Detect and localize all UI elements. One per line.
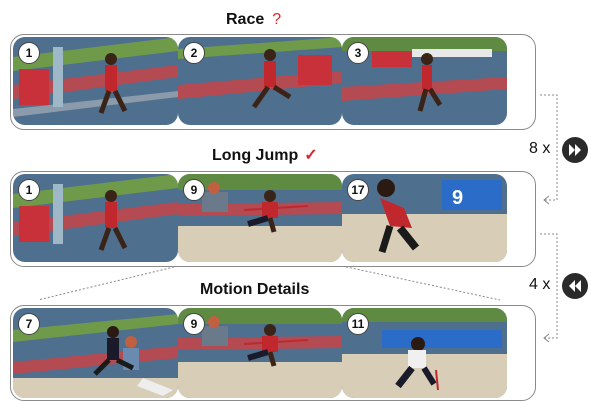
fast-forward-icon: [562, 137, 588, 163]
frame-number-badge: 1: [18, 42, 40, 64]
frame-number-badge: 11: [347, 313, 369, 335]
question-mark: ?: [272, 11, 282, 28]
long-jump-frame-1: 1: [13, 174, 178, 262]
frame-number-badge: 3: [347, 42, 369, 64]
rewind-icon: [562, 273, 588, 299]
race-frame-3: 3: [342, 37, 507, 125]
frame-number-badge: 17: [347, 179, 369, 201]
frame-number-badge: 9: [183, 179, 205, 201]
title-text: Long Jump: [212, 147, 299, 164]
motion-details-frame-9: 9: [178, 308, 342, 398]
frame-number-badge: 7: [18, 313, 40, 335]
speed-label-slow: 4 x: [529, 276, 551, 293]
title-text: Race: [226, 11, 265, 28]
row-title-motion-details: Motion Details: [200, 281, 309, 299]
frame-number-badge: 2: [183, 42, 205, 64]
motion-details-frame-7: 7: [13, 308, 178, 398]
motion-details-frame-11: 11: [342, 308, 507, 398]
frame-number-badge: 1: [18, 179, 40, 201]
long-jump-frame-9: 9: [178, 174, 342, 262]
speed-label-fast: 8 x: [529, 140, 551, 157]
row-title-long-jump: Long Jump ✓: [212, 145, 318, 165]
row-title-race: Race?: [226, 11, 281, 29]
long-jump-frame-17: 9 17: [342, 174, 507, 262]
svg-text:9: 9: [452, 187, 463, 209]
race-frame-1: 1: [13, 37, 178, 125]
check-mark: ✓: [304, 147, 318, 164]
frame-number-badge: 9: [183, 313, 205, 335]
title-text: Motion Details: [200, 281, 310, 298]
race-frame-2: 2: [178, 37, 342, 125]
